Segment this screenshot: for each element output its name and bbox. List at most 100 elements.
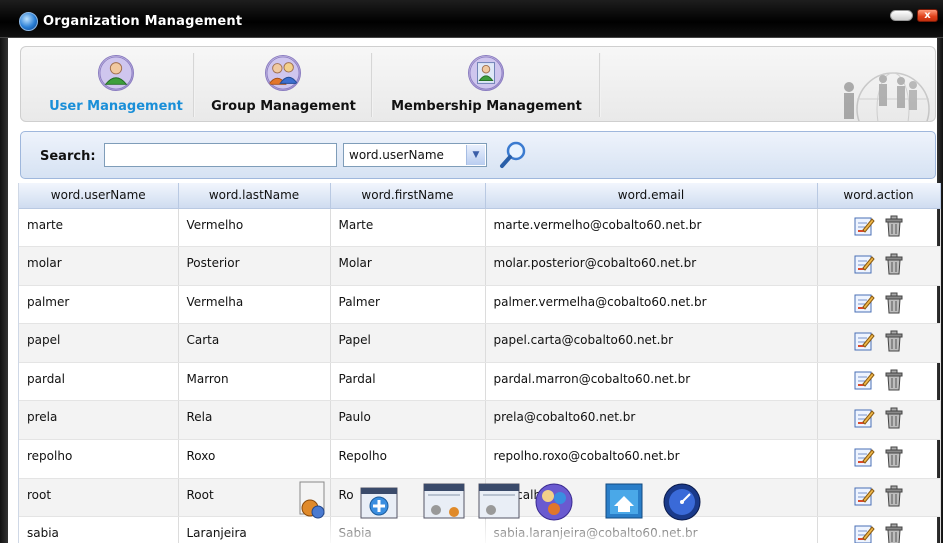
cell-firstname: Molar — [330, 246, 486, 286]
cell-firstname: Pardal — [330, 362, 486, 402]
cell-firstname: Papel — [330, 323, 486, 363]
cell-lastname: Carta — [178, 323, 331, 363]
edit-icon[interactable] — [853, 292, 875, 314]
delete-trash-icon[interactable] — [883, 369, 905, 391]
column-header-username[interactable]: word.userName — [19, 183, 179, 209]
cell-lastname: Posterior — [178, 246, 331, 286]
tab-group-management[interactable]: Group Management — [196, 47, 371, 121]
edit-icon[interactable] — [853, 330, 875, 352]
cell-username: marte — [19, 208, 179, 248]
delete-trash-icon[interactable] — [883, 330, 905, 352]
cell-email: prela@cobalto60.net.br — [485, 400, 818, 441]
group-icon — [265, 55, 301, 91]
close-button[interactable]: x — [917, 9, 938, 22]
edit-icon[interactable] — [853, 253, 875, 275]
tab-divider — [599, 53, 601, 117]
window-settings-icon[interactable] — [475, 478, 523, 524]
cell-username: molar — [19, 246, 179, 286]
cell-username: repolho — [19, 439, 179, 479]
cell-lastname: Marron — [178, 362, 331, 402]
window-settings-users-icon[interactable] — [420, 478, 468, 524]
cell-email: marte.vermelho@cobalto60.net.br — [485, 208, 818, 248]
cell-firstname: Marte — [330, 208, 486, 248]
edit-icon[interactable] — [853, 485, 875, 507]
add-window-icon[interactable] — [355, 478, 403, 524]
table-row[interactable]: prela Rela Paulo prela@cobalto60.net.br — [19, 400, 941, 441]
delete-trash-icon[interactable] — [883, 407, 905, 429]
tab-label: User Management — [49, 99, 183, 114]
column-header-action: word.action — [817, 183, 941, 209]
organization-icon[interactable] — [530, 478, 578, 524]
cell-actions — [817, 246, 941, 286]
tab-label: Group Management — [211, 99, 356, 114]
cell-firstname: Paulo — [330, 400, 486, 441]
edit-icon[interactable] — [853, 446, 875, 468]
cell-actions — [817, 478, 941, 518]
delete-trash-icon[interactable] — [883, 215, 905, 237]
home-window-icon[interactable] — [600, 478, 648, 524]
minimize-button[interactable] — [890, 10, 913, 21]
table-row[interactable]: palmer Vermelha Palmer palmer.vermelha@coba… — [19, 285, 941, 325]
delete-trash-icon[interactable] — [883, 485, 905, 507]
cell-actions — [817, 439, 941, 479]
delete-trash-icon[interactable] — [883, 523, 905, 543]
cell-actions — [817, 362, 941, 402]
edit-icon[interactable] — [853, 369, 875, 391]
cell-firstname: Repolho — [330, 439, 486, 479]
cell-username: root — [19, 478, 179, 518]
table-row[interactable]: marte Vermelho Marte marte.vermelho@cobalto… — [19, 208, 941, 248]
document-gear-icon[interactable] — [290, 478, 338, 524]
application-dock — [290, 478, 710, 543]
edit-icon[interactable] — [853, 523, 875, 543]
delete-trash-icon[interactable] — [883, 292, 905, 314]
organization-window: Organization Management x User Managemen… — [0, 0, 943, 543]
cell-username: prela — [19, 400, 179, 441]
tab-divider — [371, 53, 373, 117]
cell-lastname: Vermelho — [178, 208, 331, 248]
cell-actions — [817, 516, 941, 543]
delete-trash-icon[interactable] — [883, 446, 905, 468]
search-field-select[interactable]: word.userName ▼ — [343, 143, 487, 167]
cell-username: palmer — [19, 285, 179, 325]
search-label: Search: — [40, 149, 96, 164]
cell-actions — [817, 285, 941, 325]
user-icon — [98, 55, 134, 91]
table-row[interactable]: molar Posterior Molar molar.posterior@cobal… — [19, 246, 941, 286]
cell-actions — [817, 323, 941, 363]
search-icon[interactable] — [499, 140, 527, 170]
table-row[interactable]: repolho Roxo Repolho repolho.roxo@cobalto60… — [19, 439, 941, 479]
edit-icon[interactable] — [853, 407, 875, 429]
globe-icon — [19, 12, 38, 31]
tab-user-management[interactable]: User Management — [41, 47, 191, 121]
cell-lastname: Vermelha — [178, 285, 331, 325]
table-row[interactable]: pardal Marron Pardal pardal.marron@cobalto6… — [19, 362, 941, 402]
table-row[interactable]: papel Carta Papel papel.carta@cobalto60.net… — [19, 323, 941, 363]
people-globe-icon — [844, 72, 930, 121]
search-bar: Search: word.userName ▼ — [20, 131, 936, 179]
dashboard-gauge-icon[interactable] — [658, 478, 706, 524]
management-tabs: User Management Group Management Members… — [20, 46, 936, 122]
cell-username: papel — [19, 323, 179, 363]
column-header-firstname[interactable]: word.firstName — [330, 183, 486, 209]
window-title: Organization Management — [43, 14, 243, 29]
cell-firstname: Palmer — [330, 285, 486, 325]
tab-divider — [193, 53, 195, 117]
search-field-value: word.userName — [349, 148, 444, 162]
cell-email: repolho.roxo@cobalto60.net.br — [485, 439, 818, 479]
cell-email: pardal.marron@cobalto60.net.br — [485, 362, 818, 402]
membership-icon — [468, 55, 504, 91]
tab-membership-management[interactable]: Membership Management — [374, 47, 599, 121]
edit-icon[interactable] — [853, 215, 875, 237]
cell-lastname: Rela — [178, 400, 331, 441]
cell-actions — [817, 400, 941, 441]
cell-email: molar.posterior@cobalto60.net.br — [485, 246, 818, 286]
column-header-lastname[interactable]: word.lastName — [178, 183, 331, 209]
cell-username: sabia — [19, 516, 179, 543]
chevron-down-icon[interactable]: ▼ — [466, 145, 485, 165]
cell-email: papel.carta@cobalto60.net.br — [485, 323, 818, 363]
delete-trash-icon[interactable] — [883, 253, 905, 275]
search-input[interactable] — [104, 143, 337, 167]
title-bar[interactable]: Organization Management x — [0, 0, 943, 38]
column-header-email[interactable]: word.email — [485, 183, 818, 209]
window-frame-left — [0, 38, 8, 543]
